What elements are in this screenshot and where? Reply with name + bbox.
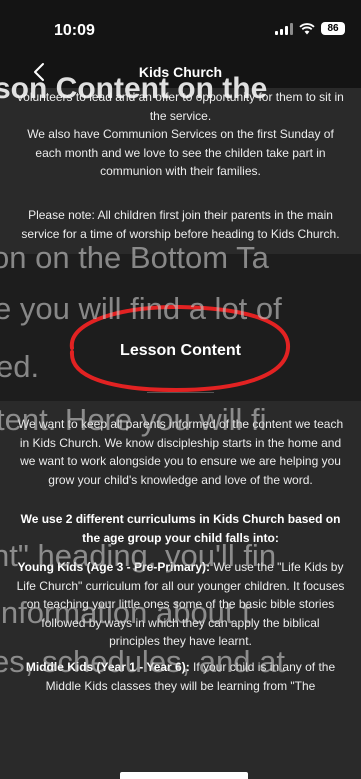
middle-kids-label: Middle Kids (Year 1 - Year 6): [25,660,190,674]
young-kids-label: Young Kids (Age 3 - Pre-Primary): [17,560,211,574]
middle-kids-text: Middle Kids (Year 1 - Year 6): If your c… [16,658,345,695]
bottom-url-bar[interactable] [120,772,248,779]
communion-text: We also have Communion Services on the f… [27,127,334,178]
status-icons: 86 [275,22,345,35]
please-note-text: Please note: All children first join the… [21,208,340,241]
lesson-heading-band [0,254,361,401]
wifi-icon [299,22,315,34]
signal-icon [275,22,293,35]
content-scroll-area[interactable]: volunteers to lead and an offer to oppor… [0,88,361,779]
nav-bar: Kids Church [0,58,361,88]
lesson-intro-text: We want to keep all parents informed of … [17,417,344,487]
lesson-content-heading: Lesson Content [120,342,241,359]
divider [147,392,214,393]
intro-partial-text: volunteers to lead and an offer to oppor… [17,90,344,123]
page-title: Kids Church [138,64,223,80]
curriculum-intro-text: We use 2 different curriculums in Kids C… [20,512,341,545]
status-time: 10:09 [54,22,95,39]
status-bar: 10:09 86 [0,0,361,58]
young-kids-text: Young Kids (Age 3 - Pre-Primary): We use… [16,558,345,651]
battery-icon: 86 [321,22,345,35]
